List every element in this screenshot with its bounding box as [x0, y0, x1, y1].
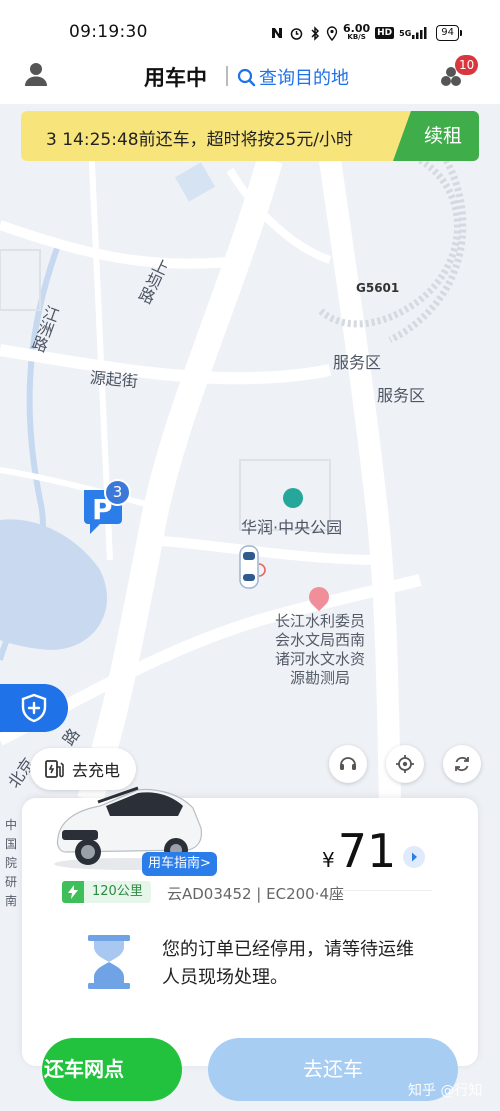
park-poi-icon	[283, 488, 303, 508]
go-charge-label: 去充电	[72, 761, 121, 780]
battery-bolt-icon	[62, 881, 84, 903]
nfc-icon	[270, 26, 284, 40]
locate-me-button[interactable]	[386, 745, 424, 783]
map-label-service-area: 服务区	[377, 386, 426, 405]
vehicle-marker	[237, 544, 266, 589]
status-time: 09:19:30	[69, 22, 148, 42]
net-speed-value: 6.00	[343, 22, 371, 35]
hourglass-icon	[86, 935, 132, 989]
price-detail-button[interactable]	[403, 846, 425, 868]
alarm-icon	[289, 26, 304, 41]
renew-button[interactable]: 续租	[393, 111, 479, 161]
range-value: 120公里	[84, 881, 151, 903]
shield-icon	[21, 693, 47, 723]
refresh-button[interactable]	[443, 745, 481, 783]
order-status-message: 您的订单已经停用，请等待运维人员现场处理。	[162, 939, 414, 988]
car-guide-button[interactable]: 用车指南>	[142, 852, 217, 876]
map-label-highway: G5601	[356, 281, 400, 295]
refresh-icon	[455, 756, 469, 772]
watermark: 知乎 @行知	[408, 1083, 483, 1099]
customer-service-button[interactable]	[329, 745, 367, 783]
range-badge: 120公里	[62, 881, 151, 903]
message-count-badge: 10	[455, 55, 479, 75]
page-title: 用车中	[144, 66, 207, 90]
search-icon	[237, 68, 256, 86]
parking-count-badge: 3	[104, 479, 131, 506]
chevron-right-icon	[412, 852, 417, 862]
price-value: 71	[337, 824, 397, 878]
map-label-poi: 长江水利委员 会水文局西南 诸河水文水资 源勘测局	[274, 612, 365, 687]
safety-shield-button[interactable]	[0, 684, 68, 732]
notice-text: 3 14:25:48前还车，超时将按25元/小时	[46, 130, 353, 150]
map-label-road: 源起街	[89, 367, 139, 392]
network-type: 5G	[399, 28, 412, 38]
card-divider	[340, 890, 432, 891]
destination-search-button[interactable]: 查询目的地	[237, 64, 349, 90]
map-label-poi: 华润·中央公园	[241, 518, 343, 537]
charging-station-icon	[45, 760, 64, 778]
app-header: 用车中 查询目的地 10	[0, 52, 500, 104]
location-icon	[326, 25, 338, 41]
bluetooth-icon	[309, 25, 321, 41]
map-label-edge: 中国 院研 南	[4, 818, 17, 908]
battery-indicator: 94	[436, 25, 462, 41]
search-label: 查询目的地	[259, 68, 349, 89]
headset-icon	[340, 757, 356, 770]
rental-price: ¥ 71	[322, 824, 396, 878]
return-points-button[interactable]: 还车网点	[42, 1038, 182, 1101]
user-icon[interactable]	[22, 60, 50, 88]
vehicle-plate-info: 云AD03452 | EC200·4座	[167, 885, 345, 903]
price-currency: ¥	[322, 848, 335, 872]
hd-icon: HD	[375, 27, 395, 39]
locate-icon	[396, 755, 414, 773]
signal-icon: 5G	[399, 26, 427, 40]
map-label-service-area: 服务区	[333, 353, 382, 372]
return-deadline-notice: 3 14:25:48前还车，超时将按25元/小时 续租	[21, 111, 479, 161]
header-divider	[226, 66, 228, 86]
net-speed: 6.00 KB/S	[343, 22, 371, 42]
status-icons: 6.00 KB/S HD 5G 94	[270, 22, 462, 44]
